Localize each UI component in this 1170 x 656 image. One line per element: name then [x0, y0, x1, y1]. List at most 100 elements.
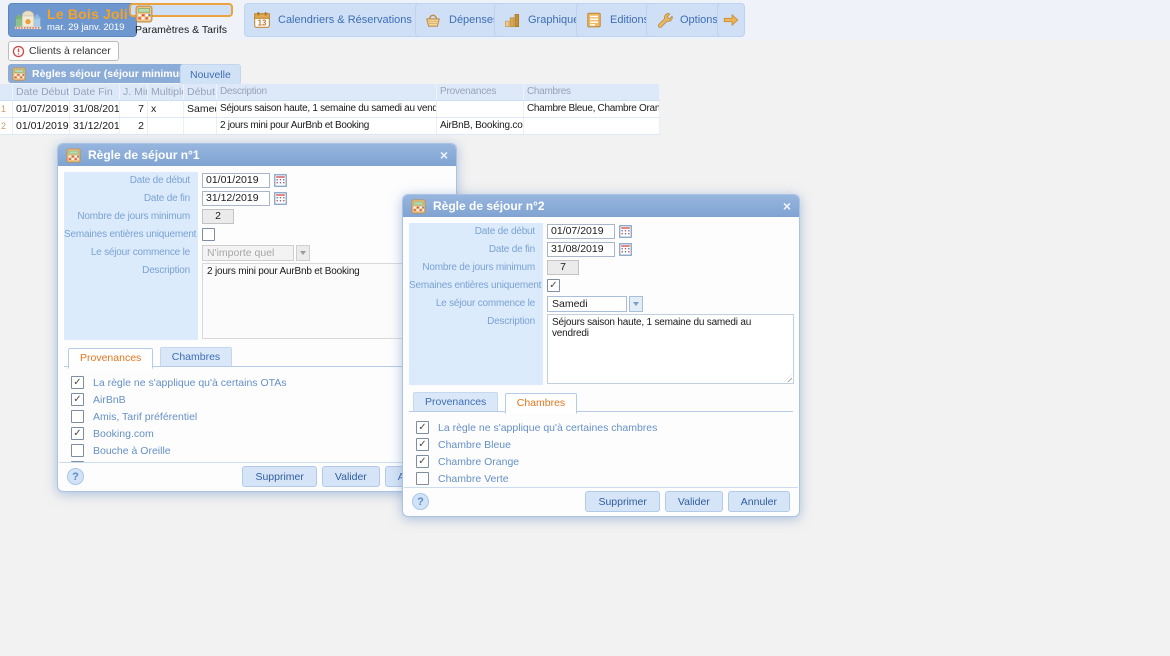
checkbox[interactable]: ✓ — [416, 438, 429, 451]
supprimer-button[interactable]: Supprimer — [585, 491, 659, 512]
semaines-label: Semaines entières uniquement — [409, 277, 543, 295]
cell-description: Séjours saison haute, 1 semaine du samed… — [217, 101, 437, 117]
table-row[interactable]: 2 01/01/2019 31/12/2019 2 2 jours mini p… — [0, 118, 660, 135]
date-debut-input[interactable]: 01/07/2019 — [547, 224, 615, 239]
checkbox-row[interactable]: ✓ Chambre Bleue — [416, 438, 793, 451]
header-description[interactable]: Description — [217, 84, 437, 100]
dialog1-footer: ? Supprimer Valider Annuler — [59, 462, 455, 490]
help-button[interactable]: ? — [67, 468, 84, 485]
close-icon[interactable]: × — [440, 148, 448, 162]
description-text: Séjours saison haute, 1 semaine du samed… — [552, 317, 751, 339]
description-textarea[interactable]: Séjours saison haute, 1 semaine du samed… — [547, 314, 794, 384]
jours-min-input[interactable]: 2 — [202, 209, 234, 224]
commence-select[interactable]: N'importe quel jour — [202, 245, 294, 261]
date-fin-label: Date de fin — [64, 190, 198, 208]
cell-provenances: AirBnB, Booking.com — [437, 118, 524, 134]
tab-provenances[interactable]: Provenances — [68, 348, 153, 369]
datepicker-icon[interactable] — [274, 192, 287, 205]
valider-button[interactable]: Valider — [322, 466, 380, 487]
header-j-mini[interactable]: J. Mini — [120, 84, 148, 100]
dialog1-form: Date de début 01/01/2019 Date de fin 31/… — [64, 172, 450, 340]
checkbox-row[interactable]: Amis, Tarif préférentiel — [71, 410, 450, 423]
checkbox-label: Chambre Bleue — [438, 439, 511, 451]
checkbox[interactable]: ✓ — [71, 393, 84, 406]
cell-description: 2 jours mini pour AurBnb et Booking — [217, 118, 437, 134]
tab-label: Paramètres & Tarifs — [135, 24, 227, 36]
wrench-icon — [655, 11, 673, 29]
cell-multiple — [148, 118, 184, 134]
document-icon — [585, 11, 603, 29]
header-debut[interactable]: Début — [184, 84, 217, 100]
commence-label: Le séjour commence le — [409, 295, 543, 313]
header-multiple[interactable]: Multiple — [148, 84, 184, 100]
close-icon[interactable]: × — [783, 199, 791, 213]
tab-chambres[interactable]: Chambres — [160, 347, 232, 366]
date-fin-input[interactable]: 31/12/2019 — [202, 191, 270, 206]
app-logo[interactable]: Le Bois Joli mar. 29 janv. 2019 — [8, 3, 137, 37]
table-header-row: Date Début Date Fin J. Mini Multiple Déb… — [0, 84, 660, 101]
commence-select[interactable]: Samedi — [547, 296, 627, 312]
resize-grip[interactable] — [784, 374, 792, 382]
chevron-down-icon[interactable] — [629, 296, 643, 312]
tab-label: Editions — [610, 14, 649, 26]
calendar-icon — [253, 11, 271, 29]
dialog2-tabbar: Provenances Chambres — [409, 392, 793, 412]
cell-date-fin: 31/12/2019 — [70, 118, 120, 134]
checkbox[interactable] — [71, 444, 84, 457]
chevron-down-icon[interactable] — [296, 245, 310, 261]
semaines-checkbox[interactable]: ✓ — [547, 279, 560, 292]
cell-date-debut: 01/07/2019 — [13, 101, 70, 117]
checkbox[interactable]: ✓ — [416, 455, 429, 468]
tab-label: Dépenses — [449, 14, 499, 26]
datepicker-icon[interactable] — [274, 174, 287, 187]
datepicker-icon[interactable] — [619, 243, 632, 256]
nouvelle-button[interactable]: Nouvelle — [180, 64, 241, 85]
tab-parametres-tarifs[interactable]: Paramètres & Tarifs — [129, 3, 233, 17]
checkbox[interactable]: ✓ — [71, 427, 84, 440]
clients-relancer-button[interactable]: Clients à relancer — [8, 41, 119, 61]
dialog-regle-sejour-2: Règle de séjour n°2 × Date de début 01/0… — [402, 194, 800, 517]
checkbox[interactable] — [416, 472, 429, 485]
dialog2-title: Règle de séjour n°2 — [433, 199, 776, 213]
table-row[interactable]: 1 01/07/2019 31/08/2019 7 x Samedi Séjou… — [0, 101, 660, 118]
checkbox-row[interactable]: ✓ Chambre Orange — [416, 455, 793, 468]
tab-chambres[interactable]: Chambres — [505, 393, 577, 414]
help-button[interactable]: ? — [412, 493, 429, 510]
more-tabs-button[interactable] — [717, 3, 745, 37]
checkbox-row[interactable]: ✓ La règle ne s'applique qu'à certains O… — [71, 376, 450, 389]
checkbox-label: Bouche à Oreille — [93, 445, 171, 457]
checkbox-row[interactable]: ✓ Booking.com — [71, 427, 450, 440]
header-date-fin[interactable]: Date Fin — [70, 84, 120, 100]
jours-min-input[interactable]: 7 — [547, 260, 579, 275]
date-debut-input[interactable]: 01/01/2019 — [202, 173, 270, 188]
checkbox-row[interactable]: ✓ La règle ne s'applique qu'à certaines … — [416, 421, 793, 434]
cell-j-mini: 2 — [120, 118, 148, 134]
dialog1-titlebar[interactable]: Règle de séjour n°1 × — [58, 144, 456, 166]
header-date-debut[interactable]: Date Début — [13, 84, 70, 100]
checkbox-row[interactable]: Bouche à Oreille — [71, 444, 450, 457]
header-chambres[interactable]: Chambres — [524, 84, 660, 100]
checkbox-row[interactable]: Chambre Verte — [416, 472, 793, 485]
header-provenances[interactable]: Provenances — [437, 84, 524, 100]
tab-provenances[interactable]: Provenances — [413, 392, 498, 411]
checkbox[interactable]: ✓ — [71, 376, 84, 389]
supprimer-button[interactable]: Supprimer — [242, 466, 316, 487]
dialog2-footer: ? Supprimer Valider Annuler — [404, 487, 798, 515]
checkbox-label: Chambre Orange — [438, 456, 519, 468]
checkbox[interactable] — [71, 410, 84, 423]
dialog2-titlebar[interactable]: Règle de séjour n°2 × — [403, 195, 799, 217]
semaines-checkbox[interactable] — [202, 228, 215, 241]
date-fin-label: Date de fin — [409, 241, 543, 259]
annuler-button[interactable]: Annuler — [728, 491, 790, 512]
date-fin-input[interactable]: 31/08/2019 — [547, 242, 615, 257]
description-label: Description — [64, 262, 198, 340]
app-title: Le Bois Joli — [47, 7, 128, 22]
checkbox-row[interactable]: ✓ AirBnB — [71, 393, 450, 406]
calculator-icon — [411, 199, 426, 214]
cell-date-fin: 31/08/2019 — [70, 101, 120, 117]
app-date: mar. 29 janv. 2019 — [47, 22, 128, 33]
checkbox-label: AirBnB — [93, 394, 126, 406]
datepicker-icon[interactable] — [619, 225, 632, 238]
checkbox[interactable]: ✓ — [416, 421, 429, 434]
valider-button[interactable]: Valider — [665, 491, 723, 512]
